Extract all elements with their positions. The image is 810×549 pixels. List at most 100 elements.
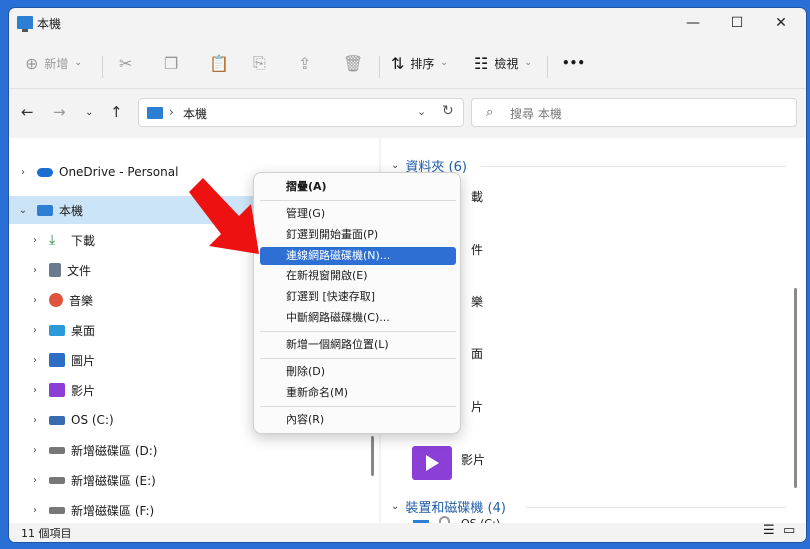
up-arrow-icon[interactable]: ↑ <box>110 103 123 121</box>
new-button[interactable]: ⊕ 新增 ⌄ <box>25 50 82 76</box>
nav-item-drive-e[interactable]: › 新增磁碟區 (E:) <box>9 466 371 494</box>
divider <box>102 56 103 78</box>
command-bar: ⊕ 新增 ⌄ ✂ ❐ 📋 ⎘ ⇪ 🗑 ⇅ 排序 ⌄ ☷ 檢視 ⌄ ••• <box>9 42 806 84</box>
menu-item-properties[interactable]: 內容(R) <box>260 411 456 429</box>
sort-label: 排序 <box>410 56 435 71</box>
menu-separator <box>260 406 456 407</box>
close-button[interactable]: ✕ <box>759 8 803 38</box>
chevron-down-icon[interactable]: ⌄ <box>391 501 399 512</box>
copy-icon: ❐ <box>164 53 179 73</box>
annotation-arrow-icon <box>189 178 259 254</box>
search-icon: ⌕ <box>486 105 494 120</box>
chevron-right-icon[interactable]: › <box>29 355 41 366</box>
folder-label[interactable]: 樂 <box>471 293 483 310</box>
menu-item-disconnect-network-drive[interactable]: 中斷網路磁碟機(C)... <box>260 309 456 327</box>
nav-scrollbar[interactable] <box>371 436 374 476</box>
videos-folder-icon[interactable] <box>412 446 452 480</box>
chevron-down-icon[interactable]: ⌄ <box>417 105 426 118</box>
search-placeholder: 搜尋 本機 <box>510 107 562 121</box>
share-icon: ⇪ <box>298 53 312 73</box>
menu-item-rename[interactable]: 重新命名(M) <box>260 384 456 402</box>
more-options-button[interactable]: ••• <box>562 50 585 76</box>
cloud-icon <box>37 167 53 177</box>
menu-separator <box>260 200 456 201</box>
chevron-right-icon[interactable]: › <box>29 265 41 276</box>
rename-button[interactable]: ⎘ <box>253 50 272 76</box>
title-bar: 本機 — ☐ ✕ <box>9 8 806 40</box>
cut-button[interactable]: ✂ <box>119 50 138 76</box>
nav-item-label: OS (C:) <box>71 413 114 427</box>
back-arrow-icon[interactable]: ← <box>21 103 34 121</box>
minimize-button[interactable]: — <box>671 8 715 38</box>
nav-item-label: 圖片 <box>71 353 96 368</box>
status-bar: 11 個項目 ☰ ▭ <box>9 523 806 542</box>
divider <box>481 166 786 167</box>
folder-label[interactable]: 片 <box>471 398 483 415</box>
delete-button[interactable]: 🗑 <box>343 50 369 76</box>
tiles-view-icon[interactable]: ▭ <box>783 523 795 538</box>
document-icon <box>49 263 61 277</box>
chevron-right-icon[interactable]: › <box>29 325 41 336</box>
chevron-down-icon: ⌄ <box>74 58 82 68</box>
view-button[interactable]: ☷ 檢視 ⌄ <box>474 50 532 76</box>
details-view-icon[interactable]: ☰ <box>763 523 775 538</box>
chevron-right-icon[interactable]: › <box>29 505 41 516</box>
chevron-right-icon[interactable]: › <box>29 475 41 486</box>
divider <box>379 56 380 78</box>
folder-label[interactable]: 載 <box>471 188 483 205</box>
drive-icon <box>49 446 65 454</box>
maximize-button[interactable]: ☐ <box>715 8 759 38</box>
item-count: 11 個項目 <box>21 527 72 540</box>
divider <box>9 88 806 89</box>
refresh-icon[interactable]: ↻ <box>442 103 454 119</box>
chevron-right-icon[interactable]: › <box>17 167 29 178</box>
folder-label[interactable]: 件 <box>471 241 483 258</box>
computer-icon <box>37 204 53 216</box>
address-bar[interactable]: › 本機 ⌄ ↻ <box>138 98 464 127</box>
nav-item-label: 音樂 <box>69 293 94 308</box>
nav-item-label: 本機 <box>59 203 84 218</box>
pictures-icon <box>49 353 65 367</box>
menu-item-collapse[interactable]: 摺疊(A) <box>260 178 456 196</box>
sort-button[interactable]: ⇅ 排序 ⌄ <box>391 50 448 76</box>
drive-usage-icon <box>439 516 450 523</box>
drive-icon <box>49 415 65 425</box>
chevron-right-icon[interactable]: › <box>29 235 41 246</box>
menu-item-map-network-drive[interactable]: 連線網路磁碟機(N)... <box>260 247 456 265</box>
chevron-right-icon[interactable]: › <box>29 445 41 456</box>
recent-chevron-icon[interactable]: ⌄ <box>85 107 93 118</box>
forward-arrow-icon[interactable]: → <box>53 103 66 121</box>
rename-icon: ⎘ <box>253 53 266 72</box>
menu-item-open-new-window[interactable]: 在新視窗開啟(E) <box>260 267 456 285</box>
chevron-right-icon[interactable]: › <box>29 385 41 396</box>
nav-item-label: 影片 <box>71 383 96 398</box>
divider <box>547 56 548 78</box>
paste-button[interactable]: 📋 <box>209 50 235 76</box>
menu-separator <box>260 358 456 359</box>
search-box[interactable]: ⌕ 搜尋 本機 <box>471 98 797 127</box>
content-scrollbar[interactable] <box>794 288 797 488</box>
sort-icon: ⇅ <box>391 53 405 73</box>
breadcrumb[interactable]: 本機 <box>183 105 207 122</box>
folder-label[interactable]: 面 <box>471 345 483 362</box>
drive-icon <box>49 476 65 484</box>
nav-item-drive-d[interactable]: › 新增磁碟區 (D:) <box>9 436 371 464</box>
menu-separator <box>260 331 456 332</box>
devices-group-header[interactable]: ⌄ 裝置和磁碟機 (4) <box>391 497 506 516</box>
chevron-right-icon[interactable]: › <box>29 415 41 426</box>
nav-item-label: 下載 <box>71 233 96 248</box>
chevron-down-icon[interactable]: ⌄ <box>391 160 399 171</box>
nav-item-drive-f[interactable]: › 新增磁碟區 (F:) <box>9 496 371 524</box>
menu-item-pin-quick-access[interactable]: 釘選到 [快速存取] <box>260 288 456 306</box>
download-icon: ⤓ <box>49 232 56 248</box>
menu-item-pin-start[interactable]: 釘選到開始畫面(P) <box>260 226 456 244</box>
chevron-right-icon[interactable]: › <box>29 295 41 306</box>
menu-item-delete[interactable]: 刪除(D) <box>260 363 456 381</box>
group-header-label: 裝置和磁碟機 (4) <box>405 501 506 516</box>
folder-label[interactable]: 影片 <box>461 451 485 468</box>
copy-button[interactable]: ❐ <box>164 50 184 76</box>
menu-item-add-network-location[interactable]: 新增一個網路位置(L) <box>260 336 456 354</box>
share-button[interactable]: ⇪ <box>298 50 317 76</box>
chevron-down-icon[interactable]: ⌄ <box>17 205 29 216</box>
menu-item-manage[interactable]: 管理(G) <box>260 205 456 223</box>
